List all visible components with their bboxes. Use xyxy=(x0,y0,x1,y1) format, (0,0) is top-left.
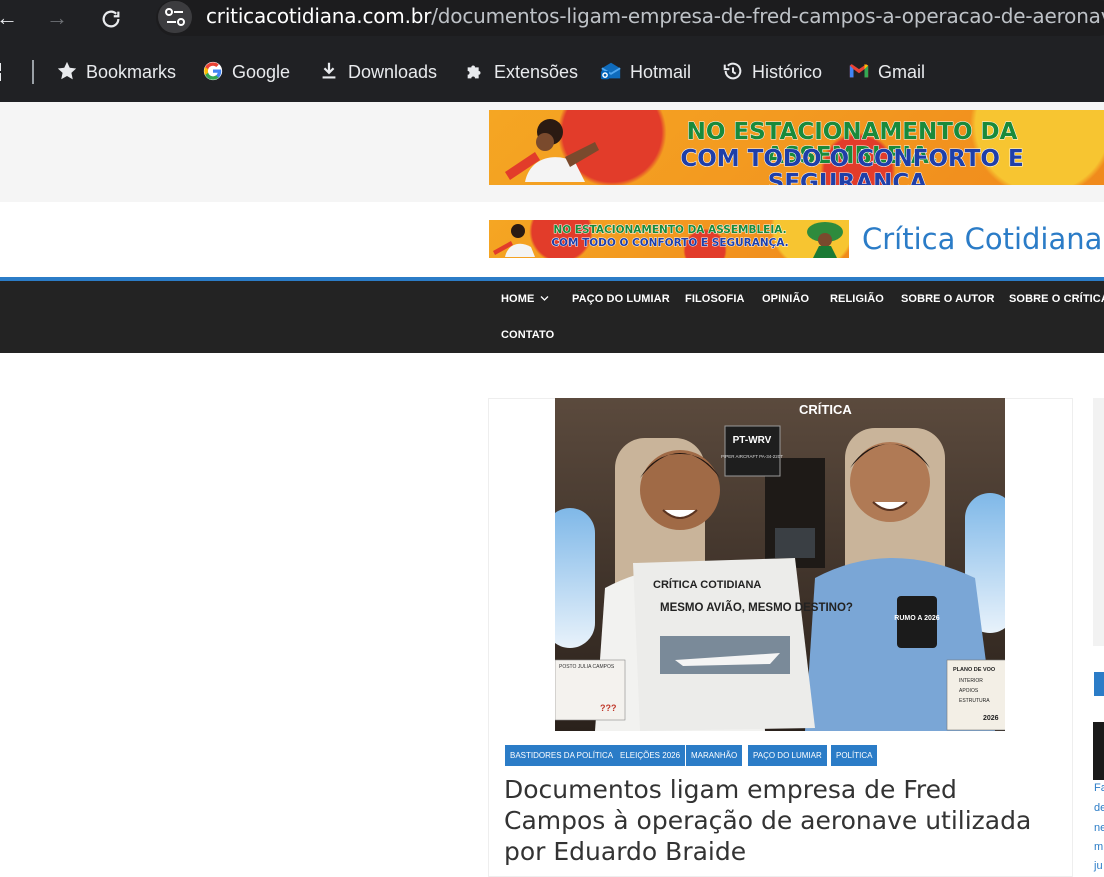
star-icon xyxy=(57,62,77,80)
bookmark-label: Gmail xyxy=(878,62,926,82)
menu-item-sobre-o-autor[interactable]: SOBRE O AUTOR xyxy=(901,293,995,305)
site-settings-icon xyxy=(165,8,185,26)
gmail-icon xyxy=(849,64,869,78)
category-tag[interactable]: ELEIÇÕES 2026 xyxy=(615,745,686,766)
reload-icon xyxy=(102,10,120,28)
article-featured-image[interactable]: PT-WRV PIPER AIRCRAFT PA-34-220T CRÍTICA… xyxy=(555,398,1005,731)
puzzle-icon xyxy=(467,65,481,79)
notepad-year-text: 2026 xyxy=(983,715,999,722)
bookmark-google[interactable]: Google xyxy=(202,60,290,84)
bookmark-label: Bookmarks xyxy=(86,62,177,82)
browser-toolbar: ← → criticacotidiana.com.br/documentos-l… xyxy=(0,0,1104,40)
hotmail-icon xyxy=(600,63,621,80)
ad-banner-large[interactable]: NO ESTACIONAMENTO DA ASSEMBLEIA. COM TOD… xyxy=(489,110,1104,185)
bookmark-hotmail[interactable]: Hotmail xyxy=(600,60,691,84)
menu-item-opiniao[interactable]: OPINIÃO xyxy=(762,293,809,305)
download-icon xyxy=(322,63,336,79)
google-icon xyxy=(203,62,223,81)
bookmark-label: Downloads xyxy=(348,62,438,82)
category-tag[interactable]: BASTIDORES DA POLÍTICA xyxy=(505,745,619,766)
menu-item-religiao[interactable]: RELIGIÃO xyxy=(830,293,884,305)
reload-button[interactable] xyxy=(96,4,126,34)
history-icon xyxy=(723,62,742,80)
banner-line-1: NO ESTACIONAMENTO DA ASSEMBLEIA. xyxy=(553,224,787,236)
url-domain: criticacotidiana.com.br xyxy=(206,4,432,28)
newspaper-headline-text: MESMO AVIÃO, MESMO DESTINO? xyxy=(660,601,853,614)
back-button[interactable]: ← xyxy=(0,4,22,34)
main-menu: HOME PAÇO DO LUMIAR FILOSOFIA OPINIÃO RE… xyxy=(0,277,1104,353)
notepad-item: ESTRUTURA xyxy=(959,698,990,704)
sidebar-link-text[interactable]: ne xyxy=(1094,822,1104,834)
bookmarks-separator xyxy=(32,60,34,84)
notepad-item: INTERIOR xyxy=(959,678,983,684)
receipt-marks-text: ??? xyxy=(600,703,617,713)
mug-text: RUMO A 2026 xyxy=(894,615,939,622)
site-info-button[interactable] xyxy=(158,1,192,33)
menu-item-sobre-o-critica[interactable]: SOBRE O CRÍTICA C xyxy=(1009,293,1104,305)
sidebar-heading xyxy=(1094,672,1104,696)
banner-line-2: COM TODO O CONFORTO E SEGURANÇA. xyxy=(551,237,789,249)
notepad-title-text: PLANO DE VOO xyxy=(953,667,996,673)
sidebar-thumbnail[interactable] xyxy=(1093,722,1104,780)
category-tag[interactable]: PAÇO DO LUMIAR xyxy=(748,745,827,766)
apps-icon[interactable] xyxy=(0,62,8,82)
aircraft-model-text: PIPER AIRCRAFT PA-34-220T xyxy=(721,454,783,459)
url-path: /documentos-ligam-empresa-de-fred-campos… xyxy=(431,4,1104,28)
ad-banner-small[interactable]: NO ESTACIONAMENTO DA ASSEMBLEIA. COM TOD… xyxy=(489,220,849,258)
bookmark-downloads[interactable]: Downloads xyxy=(318,60,437,84)
article-headline[interactable]: Documentos ligam empresa de Fred Campos … xyxy=(504,774,1064,867)
category-tag[interactable]: MARANHÃO xyxy=(686,745,743,766)
sidebar-link-text[interactable]: Fa xyxy=(1094,782,1104,794)
menu-item-contato[interactable]: CONTATO xyxy=(501,329,554,341)
newspaper-masthead-text: CRÍTICA COTIDIANA xyxy=(653,578,761,591)
menu-item-filosofia[interactable]: FILOSOFIA xyxy=(685,293,745,305)
chevron-down-icon xyxy=(540,296,549,301)
category-tag[interactable]: POLÍTICA xyxy=(831,745,878,766)
article-illustration: PT-WRV PIPER AIRCRAFT PA-34-220T CRÍTICA… xyxy=(555,398,1005,731)
banner-line-2: COM TODO O CONFORTO E SEGURANÇA. xyxy=(680,146,1024,185)
site-title[interactable]: Crítica Cotidiana xyxy=(862,222,1102,256)
image-brand-text: CRÍTICA xyxy=(799,402,852,417)
bookmark-gmail[interactable]: Gmail xyxy=(848,60,925,84)
bookmark-extensoes[interactable]: Extensões xyxy=(464,60,578,84)
bookmark-bookmarks[interactable]: Bookmarks xyxy=(56,60,176,84)
bookmark-label: Extensões xyxy=(494,62,579,82)
forward-button[interactable]: → xyxy=(42,4,72,34)
url-text[interactable]: criticacotidiana.com.br/documentos-ligam… xyxy=(206,4,1104,28)
sidebar-widget xyxy=(1093,398,1104,646)
receipt-title-text: POSTO JULIA CAMPOS xyxy=(559,664,615,670)
menu-item-paco-do-lumiar[interactable]: PAÇO DO LUMIAR xyxy=(572,293,670,305)
notepad-item: APOIOS xyxy=(959,688,979,694)
menu-item-label: HOME xyxy=(501,293,535,305)
banner-character-icon xyxy=(493,224,535,257)
sidebar-link-text[interactable]: m xyxy=(1094,841,1103,853)
banner-character-icon xyxy=(505,119,599,182)
bookmark-label: Histórico xyxy=(752,62,823,82)
bookmark-label: Google xyxy=(232,62,291,82)
bookmark-historico[interactable]: Histórico xyxy=(722,60,822,84)
tail-number-text: PT-WRV xyxy=(733,435,772,446)
sidebar-link-text[interactable]: de xyxy=(1094,802,1104,814)
banner-mascot-icon xyxy=(807,222,843,258)
bookmarks-bar: Bookmarks Google Downloads Extensões Hot… xyxy=(0,40,1104,102)
menu-item-home[interactable]: HOME xyxy=(501,293,549,305)
bookmark-label: Hotmail xyxy=(630,62,692,82)
sidebar-link-text[interactable]: ju xyxy=(1094,860,1103,872)
